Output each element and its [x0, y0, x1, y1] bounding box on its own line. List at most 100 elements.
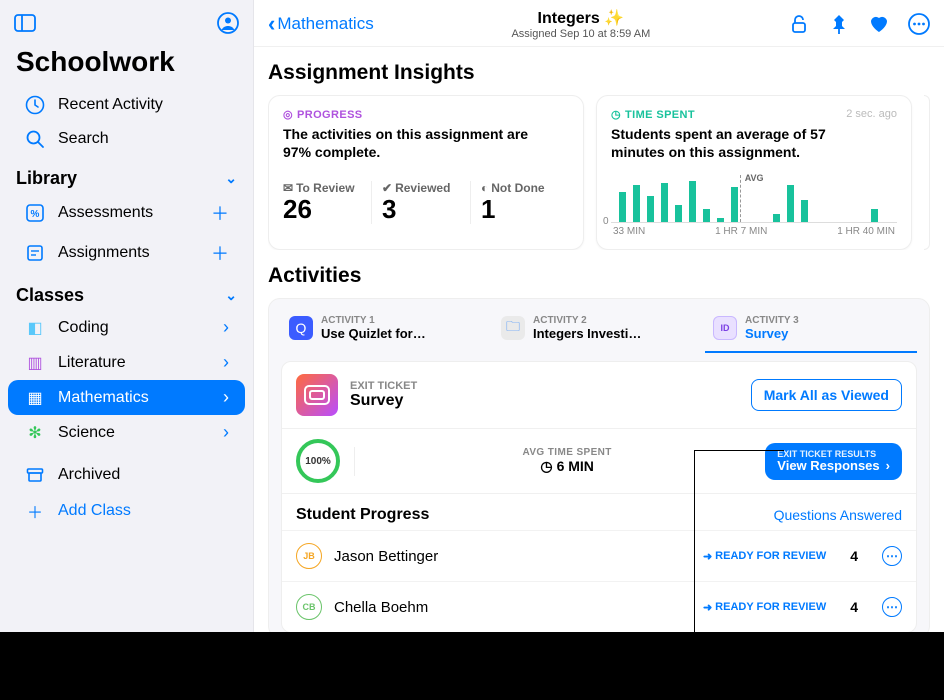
- inbox-icon: ✉: [283, 181, 293, 195]
- insights-heading: Assignment Insights: [268, 61, 930, 85]
- profile-icon[interactable]: [217, 12, 239, 34]
- sidebar-item-label: Coding: [58, 319, 109, 337]
- sidebar-class-coding[interactable]: ◧ Coding ›: [8, 310, 245, 345]
- sidebar: Schoolwork Recent Activity Search Librar…: [0, 0, 254, 632]
- plus-icon[interactable]: ＋: [211, 200, 229, 226]
- target-icon: ◎: [283, 108, 293, 121]
- view-responses-button[interactable]: EXIT TICKET RESULTS View Responses›: [765, 443, 902, 480]
- sidebar-archived[interactable]: Archived: [8, 458, 245, 492]
- stat-not-done: ◐Not Done 1: [470, 181, 569, 224]
- more-icon[interactable]: [908, 13, 930, 35]
- callout-line: [694, 450, 784, 451]
- sidebar-class-literature[interactable]: ▥ Literature ›: [8, 345, 245, 380]
- row-more-icon[interactable]: ⋯: [882, 597, 902, 617]
- ticket-icon: [296, 374, 338, 416]
- sidebar-section-library[interactable]: Library ⌄: [0, 156, 253, 193]
- quizlet-icon: Q: [289, 316, 313, 340]
- progress-text: The activities on this assignment are 97…: [283, 125, 543, 161]
- percent-icon: %: [24, 203, 46, 223]
- book-icon: ▥: [24, 353, 46, 373]
- stat-reviewed: ✔Reviewed 3: [371, 181, 470, 224]
- student-row[interactable]: JB Jason Bettinger ➜READY FOR REVIEW 4 ⋯: [282, 530, 916, 581]
- ready-badge: ➜READY FOR REVIEW: [703, 550, 826, 563]
- time-spent-chart: 0 AVG 33 MIN 1 HR 7 MIN 1 HR 40 MIN: [611, 175, 897, 237]
- student-name: Chella Boehm: [334, 599, 428, 616]
- activity-tab-1[interactable]: Q ACTIVITY 1 Use Quizlet for…: [281, 309, 493, 353]
- progress-label: ◎ PROGRESS: [283, 108, 569, 121]
- archive-icon: [24, 465, 46, 485]
- chevron-right-icon: ›: [886, 459, 890, 474]
- chart-bar: [787, 185, 794, 222]
- chart-bar: [717, 218, 724, 222]
- sidebar-class-science[interactable]: ✻ Science ›: [8, 415, 245, 450]
- pin-icon[interactable]: [828, 13, 850, 35]
- time-spent-label: ◷ TIME SPENT: [611, 108, 695, 121]
- sidebar-add-class[interactable]: ＋ Add Class: [8, 492, 245, 530]
- student-name: Jason Bettinger: [334, 548, 438, 565]
- plus-icon[interactable]: ＋: [211, 240, 229, 266]
- arrow-circle-icon: ➜: [703, 601, 712, 614]
- activity-tab-2[interactable]: 🗀 ACTIVITY 2 Integers Investi…: [493, 309, 705, 353]
- sidebar-item-label: Search: [58, 130, 109, 148]
- chevron-left-icon: ‹: [268, 11, 275, 37]
- sidebar-item-label: Add Class: [58, 502, 131, 520]
- chart-bar: [731, 187, 738, 222]
- activities-card: Q ACTIVITY 1 Use Quizlet for… 🗀 ACTIVITY…: [268, 298, 930, 632]
- activity-tab-3[interactable]: ID ACTIVITY 3 Survey: [705, 309, 917, 353]
- next-card-peek[interactable]: [924, 95, 930, 250]
- sidebar-recent-activity[interactable]: Recent Activity: [8, 88, 245, 122]
- chevron-right-icon: ›: [223, 387, 229, 408]
- avatar: JB: [296, 543, 322, 569]
- heart-icon[interactable]: [868, 13, 890, 35]
- sidebar-item-label: Assignments: [58, 244, 150, 262]
- activity-eyebrow: EXIT TICKET: [350, 380, 417, 392]
- sidebar-toggle-icon[interactable]: [14, 12, 36, 34]
- chevron-down-icon: ⌄: [225, 170, 237, 187]
- chart-bar: [647, 196, 654, 222]
- assignment-icon: [24, 243, 46, 263]
- sidebar-section-classes[interactable]: Classes ⌄: [0, 273, 253, 310]
- chevron-right-icon: ›: [223, 352, 229, 373]
- chart-bar: [801, 200, 808, 222]
- progress-card[interactable]: ◎ PROGRESS The activities on this assign…: [268, 95, 584, 250]
- chevron-right-icon: ›: [223, 422, 229, 443]
- activity-title: Survey: [350, 392, 417, 410]
- time-spent-text: Students spent an average of 57 minutes …: [611, 125, 871, 161]
- avg-time-value: ◷ 6 MIN: [540, 458, 594, 475]
- student-row[interactable]: CB Chella Boehm ➜READY FOR REVIEW 4 ⋯: [282, 581, 916, 632]
- page-subtitle: Assigned Sep 10 at 8:59 AM: [374, 28, 788, 40]
- sidebar-search[interactable]: Search: [8, 122, 245, 156]
- clock-icon: [24, 95, 46, 115]
- lock-open-icon[interactable]: [788, 13, 810, 35]
- sidebar-class-mathematics[interactable]: ▦ Mathematics ›: [8, 380, 245, 415]
- sidebar-item-label: Recent Activity: [58, 96, 163, 114]
- svg-text:%: %: [31, 209, 40, 220]
- mark-all-viewed-button[interactable]: Mark All as Viewed: [751, 379, 902, 411]
- time-spent-card[interactable]: ◷ TIME SPENT 2 sec. ago Students spent a…: [596, 95, 912, 250]
- avg-time-label: AVG TIME SPENT: [369, 447, 765, 458]
- sidebar-assessments[interactable]: % Assessments ＋: [8, 193, 245, 233]
- plus-icon: ＋: [24, 499, 46, 523]
- back-button[interactable]: ‹ Mathematics: [268, 11, 374, 37]
- stat-to-review: ✉To Review 26: [283, 181, 371, 224]
- completion-ring: 100%: [296, 439, 340, 483]
- chart-bar: [773, 214, 780, 223]
- chart-bar: [619, 192, 626, 223]
- header: ‹ Mathematics Integers ✨ Assigned Sep 10…: [254, 0, 944, 47]
- timer-icon: ◷: [611, 108, 621, 121]
- arrow-circle-icon: ➜: [703, 550, 712, 563]
- check-circle-icon: ✔: [382, 181, 392, 195]
- search-icon: [24, 129, 46, 149]
- chart-bar: [703, 209, 710, 222]
- avg-label: AVG: [743, 173, 766, 183]
- row-more-icon[interactable]: ⋯: [882, 546, 902, 566]
- main: ‹ Mathematics Integers ✨ Assigned Sep 10…: [254, 0, 944, 632]
- questions-answered-link[interactable]: Questions Answered: [774, 507, 902, 523]
- activities-heading: Activities: [268, 264, 930, 288]
- sidebar-assignments[interactable]: Assignments ＋: [8, 233, 245, 273]
- chart-bar: [675, 205, 682, 223]
- sidebar-item-label: Literature: [58, 354, 126, 372]
- sidebar-item-label: Science: [58, 424, 115, 442]
- chart-bar: [689, 181, 696, 223]
- avg-line: [740, 175, 741, 222]
